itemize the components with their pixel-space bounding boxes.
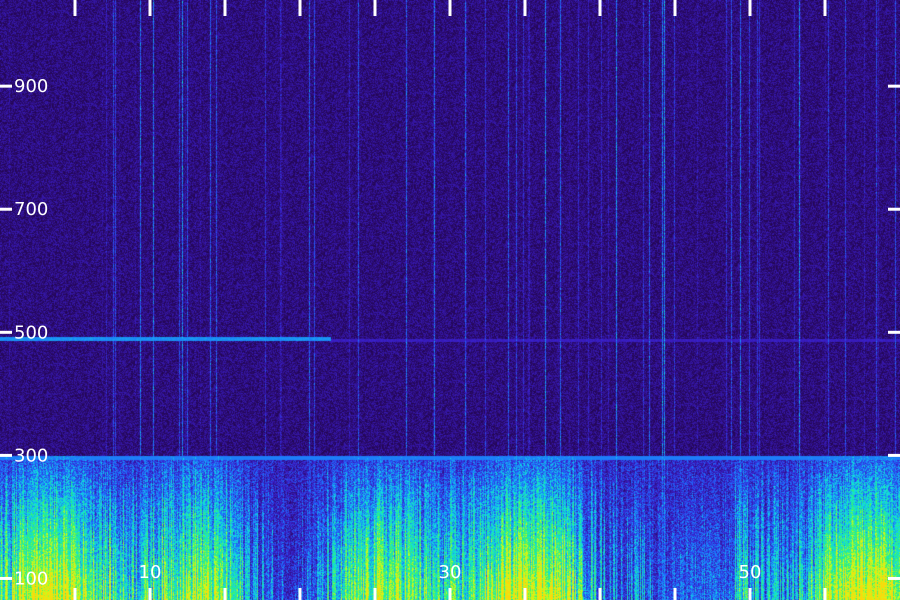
x-axis-ticks: 10 30 50: [73, 0, 827, 600]
x-tick-label: 50: [739, 562, 762, 583]
x-tick-label: 10: [139, 562, 162, 583]
y-tick-label: 300: [14, 445, 48, 466]
y-axis-ticks: 100 300 500 700 900: [0, 76, 900, 589]
y-tick-label: 500: [14, 322, 48, 343]
x-tick-label: 30: [439, 562, 462, 583]
y-tick-label: 700: [14, 199, 48, 220]
y-tick-label: 900: [14, 76, 48, 97]
y-tick-label: 100: [14, 568, 48, 589]
axis-overlay: 100 300 500 700 900 10 30 50: [0, 0, 900, 600]
